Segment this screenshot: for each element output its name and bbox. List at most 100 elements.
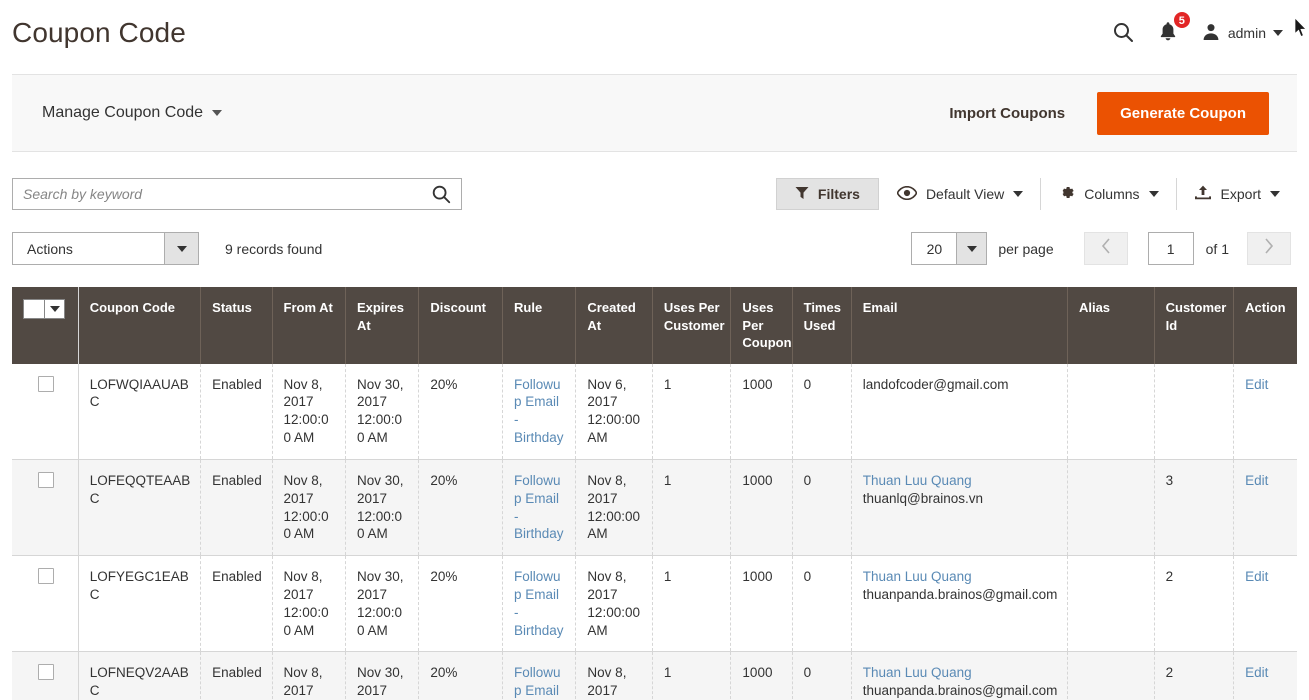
- cell-email: Thuan Luu Quang thuanpanda.brainos@gmail.…: [851, 555, 1068, 653]
- rule-link[interactable]: Followup Email - Birthday: [514, 665, 564, 700]
- column-header-uses-per-coupon[interactable]: Uses Per Coupon: [730, 287, 793, 364]
- chevron-down-icon: [164, 233, 198, 264]
- column-header-rule[interactable]: Rule: [502, 287, 577, 364]
- chevron-down-icon: [212, 110, 223, 116]
- upload-icon: [1194, 185, 1212, 204]
- row-checkbox-cell: [12, 459, 79, 557]
- cell-discount: 20%: [418, 459, 503, 557]
- per-page-dropdown[interactable]: 20: [911, 232, 988, 265]
- column-header-uses-per-customer[interactable]: Uses Per Customer: [652, 287, 732, 364]
- rule-link[interactable]: Followup Email - Birthday: [514, 569, 564, 637]
- cell-coupon-code: LOFNEQV2AABC: [78, 651, 202, 700]
- filters-button[interactable]: Filters: [775, 178, 879, 210]
- cell-from-at: Nov 8, 2017 12:00:00 AM: [272, 363, 346, 460]
- cell-expires-at: Nov 30, 2017 12:00:00 AM: [345, 459, 420, 557]
- column-header-discount[interactable]: Discount: [418, 287, 503, 364]
- row-checkbox-cell: [12, 555, 79, 653]
- page-header: Coupon Code 5 admin: [0, 0, 1309, 66]
- coupon-table: Coupon Code Status From At Expires At Di…: [12, 287, 1297, 700]
- column-header-expires-at[interactable]: Expires At: [345, 287, 420, 364]
- column-header-alias[interactable]: Alias: [1067, 287, 1155, 364]
- cell-uses-per-coupon: 1000: [730, 363, 793, 460]
- keyword-search: [12, 178, 462, 210]
- column-header-created-at[interactable]: Created At: [575, 287, 653, 364]
- page-actions-bar: Manage Coupon Code Import Coupons Genera…: [12, 74, 1297, 152]
- column-header-coupon-code[interactable]: Coupon Code: [78, 287, 202, 364]
- customer-name-link[interactable]: Thuan Luu Quang: [863, 568, 1058, 586]
- user-menu[interactable]: admin: [1201, 22, 1283, 45]
- coupon-grid: Coupon Code Status From At Expires At Di…: [12, 287, 1297, 700]
- column-header-from-at[interactable]: From At: [272, 287, 346, 364]
- global-search-button[interactable]: [1111, 20, 1135, 47]
- chevron-down-icon: [1148, 191, 1159, 197]
- column-header-status[interactable]: Status: [200, 287, 273, 364]
- page-title: Coupon Code: [12, 17, 186, 48]
- customer-name-link[interactable]: Thuan Luu Quang: [863, 664, 1058, 682]
- cell-created-at: Nov 6, 2017 12:00:00 AM: [575, 363, 653, 460]
- cell-rule: Followup Email - Birthday: [502, 459, 577, 557]
- search-icon[interactable]: [430, 183, 452, 210]
- search-input[interactable]: [12, 178, 462, 210]
- email-address: thuanpanda.brainos@gmail.com: [862, 683, 1058, 699]
- total-pages-label: of 1: [1205, 240, 1229, 257]
- manage-coupon-code-label: Manage Coupon Code: [42, 104, 204, 121]
- cell-rule: Followup Email - Birthday: [502, 555, 577, 653]
- import-coupons-button[interactable]: Import Coupons: [935, 96, 1079, 131]
- per-page-label: per page: [998, 240, 1054, 257]
- cell-uses-per-coupon: 1000: [730, 555, 793, 653]
- cell-email: Thuan Luu Quang thuanpanda.brainos@gmail.…: [851, 651, 1068, 700]
- row-checkbox[interactable]: [37, 664, 54, 681]
- eye-icon: [896, 185, 918, 203]
- cell-action: Edit: [1233, 363, 1297, 460]
- column-header-action[interactable]: Action: [1233, 287, 1297, 364]
- cell-rule: Followup Email - Birthday: [502, 363, 577, 460]
- customer-name-link[interactable]: Thuan Luu Quang: [863, 472, 1058, 490]
- cell-uses-per-coupon: 1000: [730, 651, 793, 700]
- row-checkbox[interactable]: [37, 375, 54, 392]
- cell-created-at: Nov 8, 2017 12:00:00 AM: [575, 459, 653, 557]
- user-name-label: admin: [1227, 25, 1266, 41]
- cell-status: Enabled: [200, 459, 273, 557]
- column-header-email[interactable]: Email: [851, 287, 1068, 364]
- default-view-dropdown[interactable]: Default View: [879, 178, 1040, 210]
- row-checkbox[interactable]: [37, 471, 54, 488]
- previous-page-button[interactable]: [1083, 232, 1128, 265]
- rule-link[interactable]: Followup Email - Birthday: [514, 377, 564, 445]
- row-checkbox-cell: [12, 651, 79, 700]
- default-view-label: Default View: [925, 186, 1005, 202]
- cell-times-used: 0: [792, 651, 852, 700]
- actions-dropdown[interactable]: Actions: [12, 232, 199, 265]
- column-header-times-used[interactable]: Times Used: [792, 287, 852, 364]
- generate-coupon-button[interactable]: Generate Coupon: [1097, 91, 1269, 135]
- chevron-right-icon: [1264, 238, 1274, 259]
- actions-pagination-row: Actions 9 records found 20 per page of 1: [12, 232, 1297, 265]
- rule-link[interactable]: Followup Email - Birthday: [514, 473, 564, 541]
- edit-link[interactable]: Edit: [1245, 665, 1268, 680]
- cell-discount: 20%: [418, 555, 503, 653]
- select-all-checkbox[interactable]: [23, 299, 65, 319]
- edit-link[interactable]: Edit: [1245, 473, 1268, 488]
- next-page-button[interactable]: [1247, 232, 1291, 265]
- cell-times-used: 0: [792, 459, 852, 557]
- mouse-cursor: [1294, 17, 1307, 37]
- table-row: LOFWQIAAUABC Enabled Nov 8, 2017 12:00:00 …: [12, 363, 1297, 460]
- cell-status: Enabled: [200, 651, 273, 700]
- export-dropdown[interactable]: Export: [1175, 178, 1297, 210]
- edit-link[interactable]: Edit: [1245, 377, 1268, 392]
- cell-uses-per-customer: 1: [652, 651, 732, 700]
- cell-status: Enabled: [200, 555, 273, 653]
- notifications-button[interactable]: 5: [1157, 11, 1191, 46]
- current-page-input[interactable]: [1147, 232, 1194, 265]
- manage-coupon-code-dropdown[interactable]: Manage Coupon Code: [42, 104, 935, 122]
- cell-customer-id: 2: [1154, 651, 1235, 700]
- cell-customer-id: 3: [1154, 459, 1235, 557]
- chevron-down-icon: [44, 300, 64, 318]
- cell-from-at: Nov 8, 2017 12:00:00 AM: [272, 651, 346, 700]
- columns-dropdown[interactable]: Columns: [1040, 178, 1175, 210]
- filters-label: Filters: [817, 186, 860, 202]
- edit-link[interactable]: Edit: [1245, 569, 1268, 584]
- table-header: Coupon Code Status From At Expires At Di…: [12, 287, 1297, 364]
- row-checkbox[interactable]: [37, 568, 54, 585]
- column-header-customer-id[interactable]: Customer Id: [1154, 287, 1235, 364]
- search-icon: [1111, 20, 1135, 47]
